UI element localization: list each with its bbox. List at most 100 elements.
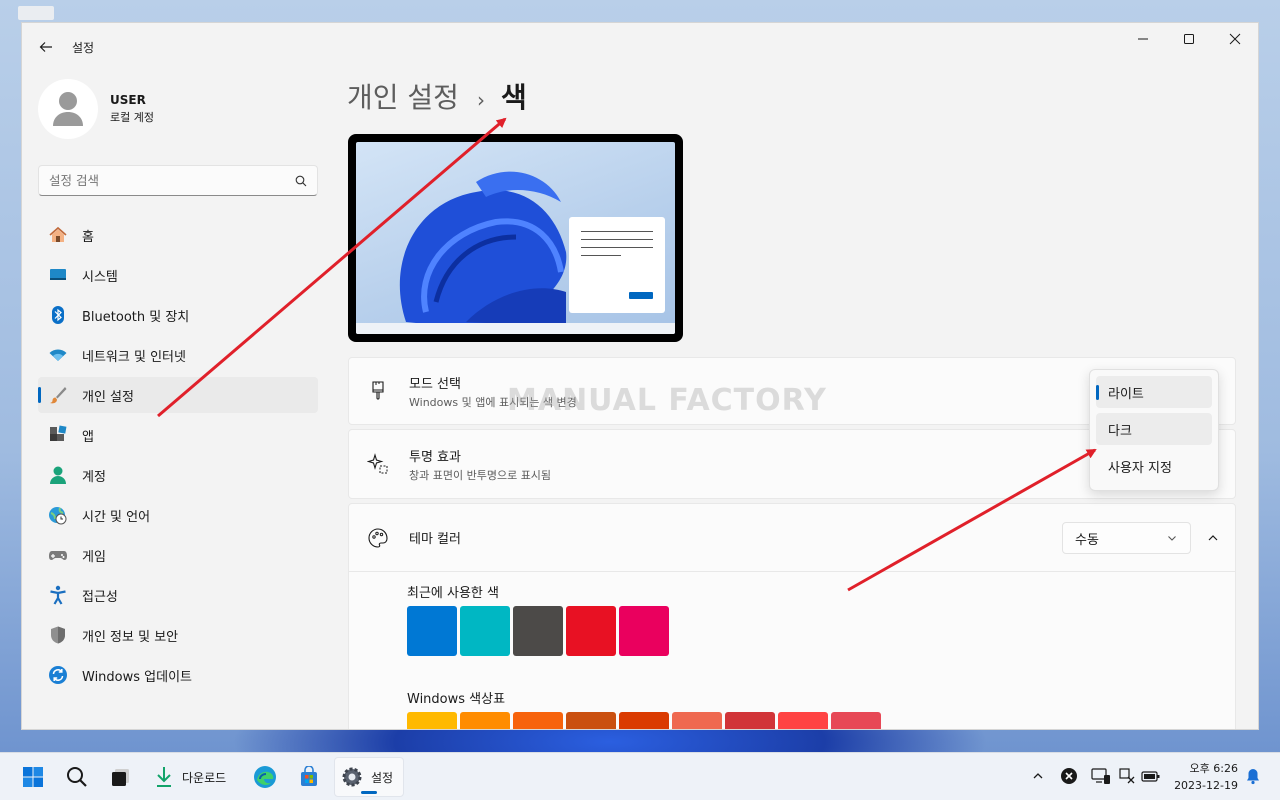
tray-app-icon[interactable] xyxy=(1058,765,1080,787)
desktop-shortcut-icon[interactable] xyxy=(18,6,54,20)
preview-text-line xyxy=(581,239,653,240)
network-disconnected-icon xyxy=(1119,768,1135,784)
sidebar-item-label: 개인 설정 xyxy=(82,389,134,405)
monitor-icon xyxy=(1091,768,1110,784)
update-icon xyxy=(48,665,68,685)
color-swatch[interactable] xyxy=(619,606,669,656)
sidebar-item-accessibility[interactable]: 접근성 xyxy=(38,577,318,613)
home-icon xyxy=(48,225,68,245)
collapse-button[interactable] xyxy=(1201,526,1225,550)
store-icon xyxy=(301,766,317,786)
preview-text-line xyxy=(581,231,653,232)
color-swatch[interactable] xyxy=(407,606,457,656)
sidebar-item-apps[interactable]: 앱 xyxy=(38,417,318,453)
task-view-icon xyxy=(112,769,129,786)
taskbar-downloads[interactable]: 다운로드 xyxy=(150,757,240,797)
paint-brush-icon xyxy=(367,380,389,402)
account-type: 로컬 계정 xyxy=(110,111,154,124)
accent-mode-value: 수동 xyxy=(1075,532,1099,548)
tray-display-icon[interactable] xyxy=(1090,765,1112,787)
sidebar-item-gaming[interactable]: 게임 xyxy=(38,537,318,573)
taskbar-clock[interactable]: 오후 6:26 2023-12-19 xyxy=(1168,760,1238,794)
user-profile[interactable]: USER 로컬 계정 xyxy=(38,79,154,139)
sidebar-item-time-language[interactable]: 시간 및 언어 xyxy=(38,497,318,533)
avatar xyxy=(38,79,98,139)
settings-label: 설정 xyxy=(371,770,394,785)
color-swatch[interactable] xyxy=(460,606,510,656)
taskbar-edge[interactable] xyxy=(246,757,284,797)
settings-window: 설정 USER 로컬 계정 홈 시스템 xyxy=(21,22,1259,730)
search-icon xyxy=(67,767,87,787)
preview-text-line xyxy=(581,247,653,248)
system-icon xyxy=(48,265,68,285)
maximize-icon xyxy=(1184,34,1194,44)
circle-x-icon xyxy=(1061,768,1077,784)
notification-button[interactable] xyxy=(1242,765,1264,787)
back-button[interactable] xyxy=(34,35,58,59)
color-swatch[interactable] xyxy=(566,712,616,729)
download-icon xyxy=(157,767,171,787)
color-swatch[interactable] xyxy=(407,712,457,729)
mode-option-dark[interactable]: 다크 xyxy=(1096,413,1212,445)
windows-logo-icon xyxy=(23,767,43,787)
maximize-button[interactable] xyxy=(1166,23,1212,55)
color-swatch[interactable] xyxy=(513,712,563,729)
sidebar-item-home[interactable]: 홈 xyxy=(38,217,318,253)
sidebar-item-label: 시간 및 언어 xyxy=(82,509,151,525)
sidebar-nav: 홈 시스템 Bluetooth 및 장치 네트워크 및 인터넷 개인 설정 앱 … xyxy=(38,217,318,697)
color-swatch[interactable] xyxy=(619,712,669,729)
preview-window xyxy=(569,217,665,313)
close-icon xyxy=(1229,33,1241,45)
color-swatch[interactable] xyxy=(778,712,828,729)
sidebar-item-system[interactable]: 시스템 xyxy=(38,257,318,293)
bluetooth-icon xyxy=(48,305,68,325)
user-name: USER xyxy=(110,93,146,107)
tray-battery-icon[interactable] xyxy=(1140,765,1162,787)
breadcrumb-parent[interactable]: 개인 설정 xyxy=(347,76,459,116)
accent-color-title: 테마 컬러 xyxy=(409,532,461,547)
sidebar-item-label: 게임 xyxy=(82,549,106,565)
color-swatch[interactable] xyxy=(831,712,881,729)
settings-search[interactable] xyxy=(38,165,318,196)
sidebar-item-personalization[interactable]: 개인 설정 xyxy=(38,377,318,413)
taskbar-settings[interactable]: 설정 xyxy=(334,757,404,797)
sidebar-item-label: 시스템 xyxy=(82,269,118,285)
minimize-icon xyxy=(1138,38,1148,40)
mode-option-light[interactable]: 라이트 xyxy=(1096,376,1212,408)
sidebar-item-label: 네트워크 및 인터넷 xyxy=(82,349,186,365)
account-icon xyxy=(48,465,68,485)
sidebar-item-windows-update[interactable]: Windows 업데이트 xyxy=(38,657,318,693)
theme-preview xyxy=(348,134,683,342)
sidebar-item-bluetooth[interactable]: Bluetooth 및 장치 xyxy=(38,297,318,333)
globe-clock-icon xyxy=(48,505,68,525)
minimize-button[interactable] xyxy=(1120,23,1166,55)
accent-color-header[interactable]: 테마 컬러 수동 xyxy=(349,504,1235,572)
taskbar-store[interactable] xyxy=(290,757,328,797)
taskbar-search-button[interactable] xyxy=(58,757,96,797)
mode-option-custom[interactable]: 사용자 지정 xyxy=(1096,450,1212,482)
sidebar-item-accounts[interactable]: 계정 xyxy=(38,457,318,493)
palette-colors-row xyxy=(407,712,884,729)
recent-colors-label: 최근에 사용한 색 xyxy=(407,586,499,601)
color-swatch[interactable] xyxy=(513,606,563,656)
sidebar-item-network[interactable]: 네트워크 및 인터넷 xyxy=(38,337,318,373)
user-avatar-icon xyxy=(53,92,83,126)
color-swatch[interactable] xyxy=(672,712,722,729)
color-swatch[interactable] xyxy=(460,712,510,729)
tray-network-icon[interactable] xyxy=(1116,765,1138,787)
sidebar-item-label: 접근성 xyxy=(82,589,118,605)
wifi-icon xyxy=(48,345,68,365)
sidebar-item-label: Bluetooth 및 장치 xyxy=(82,309,190,325)
sidebar-item-privacy-security[interactable]: 개인 정보 및 보안 xyxy=(38,617,318,653)
task-view-button[interactable] xyxy=(102,757,140,797)
close-button[interactable] xyxy=(1212,23,1258,55)
chevron-up-icon xyxy=(1208,535,1218,541)
color-swatch[interactable] xyxy=(566,606,616,656)
search-input[interactable] xyxy=(49,173,295,188)
color-swatch[interactable] xyxy=(725,712,775,729)
show-hidden-icons-button[interactable] xyxy=(1027,765,1049,787)
accent-mode-select[interactable]: 수동 xyxy=(1062,522,1191,554)
shield-icon xyxy=(48,625,68,645)
transparency-title: 투명 효과 xyxy=(409,449,461,465)
start-button[interactable] xyxy=(14,757,52,797)
